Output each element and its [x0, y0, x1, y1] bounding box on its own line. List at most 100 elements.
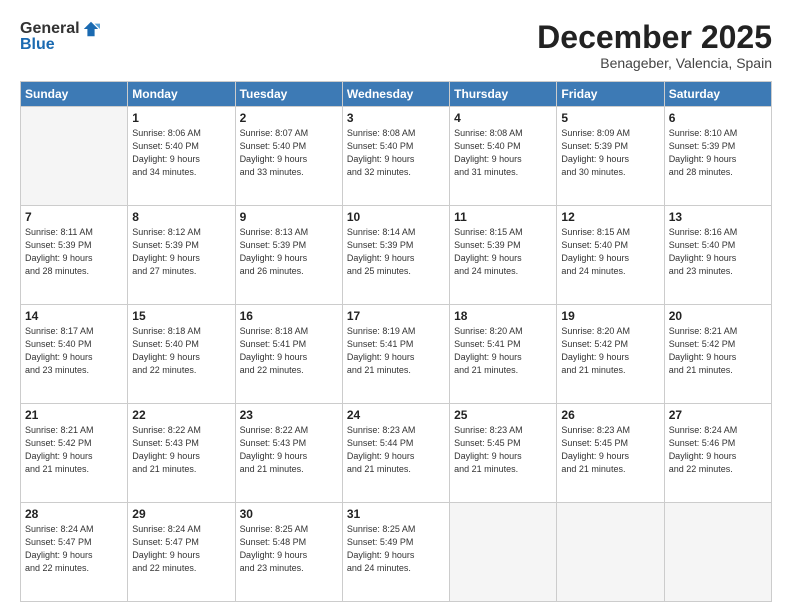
day-number: 12 [561, 210, 659, 224]
calendar-table: SundayMondayTuesdayWednesdayThursdayFrid… [20, 81, 772, 602]
day-number: 8 [132, 210, 230, 224]
day-info: Sunrise: 8:18 AMSunset: 5:41 PMDaylight:… [240, 325, 338, 377]
day-number: 21 [25, 408, 123, 422]
day-number: 13 [669, 210, 767, 224]
day-info: Sunrise: 8:21 AMSunset: 5:42 PMDaylight:… [669, 325, 767, 377]
day-info: Sunrise: 8:09 AMSunset: 5:39 PMDaylight:… [561, 127, 659, 179]
day-info: Sunrise: 8:15 AMSunset: 5:40 PMDaylight:… [561, 226, 659, 278]
calendar-cell: 13 Sunrise: 8:16 AMSunset: 5:40 PMDayligh… [664, 206, 771, 305]
calendar-cell [664, 503, 771, 602]
day-number: 23 [240, 408, 338, 422]
day-number: 29 [132, 507, 230, 521]
calendar-cell: 29 Sunrise: 8:24 AMSunset: 5:47 PMDayligh… [128, 503, 235, 602]
title-block: December 2025 Benageber, Valencia, Spain [537, 20, 772, 71]
calendar-cell: 5 Sunrise: 8:09 AMSunset: 5:39 PMDaylight… [557, 107, 664, 206]
day-number: 3 [347, 111, 445, 125]
day-number: 20 [669, 309, 767, 323]
calendar-cell: 23 Sunrise: 8:22 AMSunset: 5:43 PMDayligh… [235, 404, 342, 503]
calendar-cell: 27 Sunrise: 8:24 AMSunset: 5:46 PMDayligh… [664, 404, 771, 503]
day-info: Sunrise: 8:17 AMSunset: 5:40 PMDaylight:… [25, 325, 123, 377]
day-info: Sunrise: 8:24 AMSunset: 5:47 PMDaylight:… [25, 523, 123, 575]
day-info: Sunrise: 8:25 AMSunset: 5:48 PMDaylight:… [240, 523, 338, 575]
col-header-saturday: Saturday [664, 82, 771, 107]
calendar-cell: 28 Sunrise: 8:24 AMSunset: 5:47 PMDayligh… [21, 503, 128, 602]
day-info: Sunrise: 8:10 AMSunset: 5:39 PMDaylight:… [669, 127, 767, 179]
logo-icon [82, 20, 100, 38]
day-number: 14 [25, 309, 123, 323]
week-row-2: 7Sunrise: 8:11 AMSunset: 5:39 PMDaylight… [21, 206, 772, 305]
week-row-3: 14 Sunrise: 8:17 AMSunset: 5:40 PMDayligh… [21, 305, 772, 404]
day-info: Sunrise: 8:12 AMSunset: 5:39 PMDaylight:… [132, 226, 230, 278]
day-number: 2 [240, 111, 338, 125]
col-header-wednesday: Wednesday [342, 82, 449, 107]
day-number: 17 [347, 309, 445, 323]
week-row-1: 1Sunrise: 8:06 AMSunset: 5:40 PMDaylight… [21, 107, 772, 206]
day-number: 6 [669, 111, 767, 125]
calendar-cell: 14 Sunrise: 8:17 AMSunset: 5:40 PMDayligh… [21, 305, 128, 404]
day-number: 9 [240, 210, 338, 224]
day-number: 30 [240, 507, 338, 521]
calendar-cell [557, 503, 664, 602]
day-info: Sunrise: 8:22 AMSunset: 5:43 PMDaylight:… [132, 424, 230, 476]
day-info: Sunrise: 8:23 AMSunset: 5:45 PMDaylight:… [561, 424, 659, 476]
calendar-cell: 4 Sunrise: 8:08 AMSunset: 5:40 PMDaylight… [450, 107, 557, 206]
day-info: Sunrise: 8:24 AMSunset: 5:46 PMDaylight:… [669, 424, 767, 476]
day-info: Sunrise: 8:08 AMSunset: 5:40 PMDaylight:… [454, 127, 552, 179]
calendar-cell: 21Sunrise: 8:21 AMSunset: 5:42 PMDayligh… [21, 404, 128, 503]
day-number: 11 [454, 210, 552, 224]
calendar-cell: 2 Sunrise: 8:07 AMSunset: 5:40 PMDaylight… [235, 107, 342, 206]
page: General Blue December 2025 Benageber, Va… [0, 0, 792, 612]
calendar-cell [21, 107, 128, 206]
day-info: Sunrise: 8:18 AMSunset: 5:40 PMDaylight:… [132, 325, 230, 377]
day-info: Sunrise: 8:06 AMSunset: 5:40 PMDaylight:… [132, 127, 230, 179]
day-number: 16 [240, 309, 338, 323]
day-number: 5 [561, 111, 659, 125]
calendar-cell: 11 Sunrise: 8:15 AMSunset: 5:39 PMDayligh… [450, 206, 557, 305]
day-info: Sunrise: 8:23 AMSunset: 5:45 PMDaylight:… [454, 424, 552, 476]
week-row-5: 28 Sunrise: 8:24 AMSunset: 5:47 PMDayligh… [21, 503, 772, 602]
day-number: 18 [454, 309, 552, 323]
day-info: Sunrise: 8:25 AMSunset: 5:49 PMDaylight:… [347, 523, 445, 575]
day-info: Sunrise: 8:19 AMSunset: 5:41 PMDaylight:… [347, 325, 445, 377]
logo-blue-text: Blue [20, 36, 55, 54]
day-number: 27 [669, 408, 767, 422]
day-number: 22 [132, 408, 230, 422]
calendar-cell: 3 Sunrise: 8:08 AMSunset: 5:40 PMDaylight… [342, 107, 449, 206]
day-number: 24 [347, 408, 445, 422]
day-info: Sunrise: 8:13 AMSunset: 5:39 PMDaylight:… [240, 226, 338, 278]
calendar-cell: 8 Sunrise: 8:12 AMSunset: 5:39 PMDaylight… [128, 206, 235, 305]
day-info: Sunrise: 8:11 AMSunset: 5:39 PMDaylight:… [25, 226, 123, 278]
day-info: Sunrise: 8:24 AMSunset: 5:47 PMDaylight:… [132, 523, 230, 575]
calendar-cell: 30 Sunrise: 8:25 AMSunset: 5:48 PMDayligh… [235, 503, 342, 602]
day-number: 26 [561, 408, 659, 422]
logo: General Blue [20, 20, 100, 54]
calendar-header-row: SundayMondayTuesdayWednesdayThursdayFrid… [21, 82, 772, 107]
day-info: Sunrise: 8:22 AMSunset: 5:43 PMDaylight:… [240, 424, 338, 476]
calendar-cell: 16 Sunrise: 8:18 AMSunset: 5:41 PMDayligh… [235, 305, 342, 404]
calendar-cell: 25 Sunrise: 8:23 AMSunset: 5:45 PMDayligh… [450, 404, 557, 503]
header: General Blue December 2025 Benageber, Va… [20, 20, 772, 71]
day-info: Sunrise: 8:20 AMSunset: 5:42 PMDaylight:… [561, 325, 659, 377]
day-number: 4 [454, 111, 552, 125]
calendar-cell: 22 Sunrise: 8:22 AMSunset: 5:43 PMDayligh… [128, 404, 235, 503]
day-info: Sunrise: 8:08 AMSunset: 5:40 PMDaylight:… [347, 127, 445, 179]
day-number: 10 [347, 210, 445, 224]
calendar-cell: 18 Sunrise: 8:20 AMSunset: 5:41 PMDayligh… [450, 305, 557, 404]
day-info: Sunrise: 8:14 AMSunset: 5:39 PMDaylight:… [347, 226, 445, 278]
day-number: 28 [25, 507, 123, 521]
calendar-cell [450, 503, 557, 602]
day-info: Sunrise: 8:16 AMSunset: 5:40 PMDaylight:… [669, 226, 767, 278]
day-number: 25 [454, 408, 552, 422]
day-info: Sunrise: 8:07 AMSunset: 5:40 PMDaylight:… [240, 127, 338, 179]
day-number: 15 [132, 309, 230, 323]
calendar-cell: 10 Sunrise: 8:14 AMSunset: 5:39 PMDayligh… [342, 206, 449, 305]
calendar-cell: 7Sunrise: 8:11 AMSunset: 5:39 PMDaylight… [21, 206, 128, 305]
col-header-friday: Friday [557, 82, 664, 107]
day-info: Sunrise: 8:20 AMSunset: 5:41 PMDaylight:… [454, 325, 552, 377]
day-info: Sunrise: 8:15 AMSunset: 5:39 PMDaylight:… [454, 226, 552, 278]
col-header-tuesday: Tuesday [235, 82, 342, 107]
calendar-cell: 17 Sunrise: 8:19 AMSunset: 5:41 PMDayligh… [342, 305, 449, 404]
calendar-cell: 6 Sunrise: 8:10 AMSunset: 5:39 PMDaylight… [664, 107, 771, 206]
calendar-cell: 15 Sunrise: 8:18 AMSunset: 5:40 PMDayligh… [128, 305, 235, 404]
calendar-cell: 12 Sunrise: 8:15 AMSunset: 5:40 PMDayligh… [557, 206, 664, 305]
